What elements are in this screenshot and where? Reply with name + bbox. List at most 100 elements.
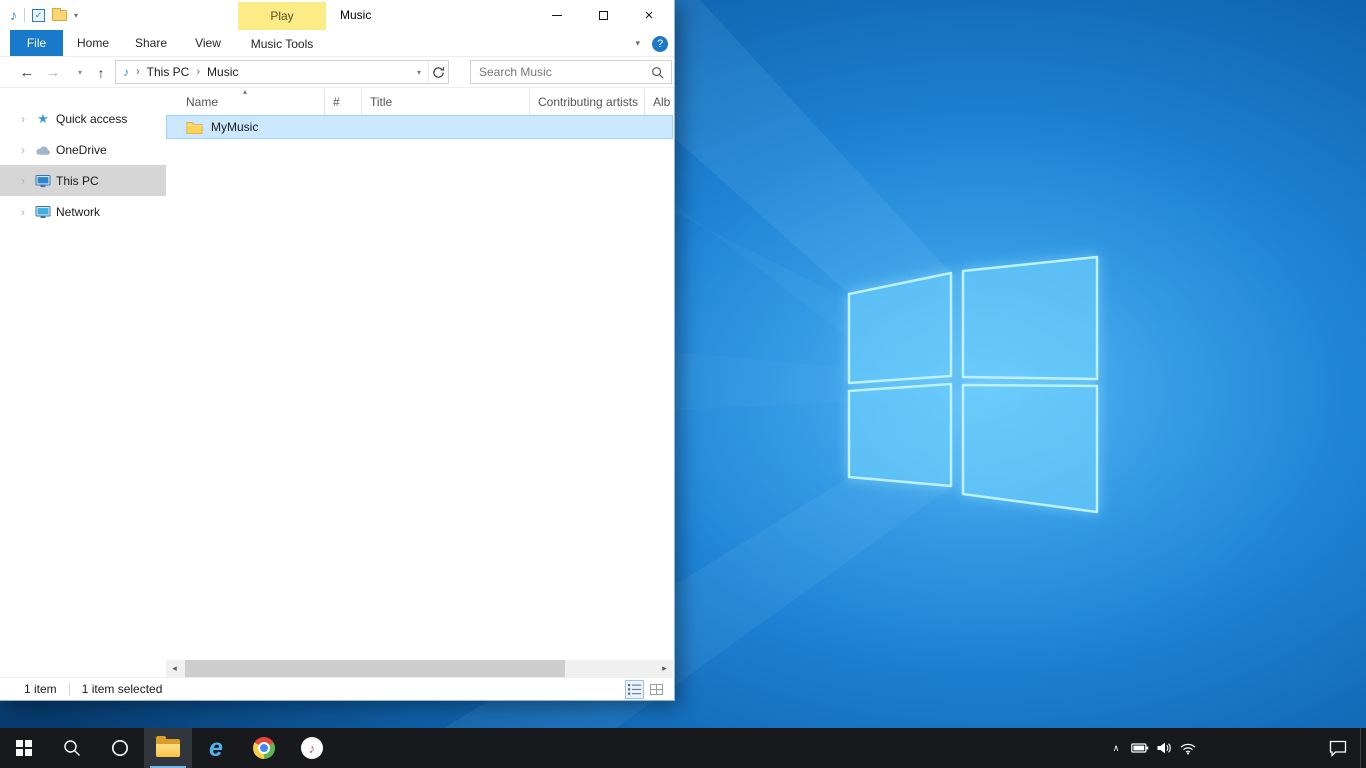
status-bar: 1 item 1 item selected — [0, 677, 673, 700]
search-icon — [62, 738, 82, 758]
expander-icon[interactable]: › — [21, 112, 25, 126]
recent-locations-caret-icon[interactable]: ▾ — [72, 57, 88, 88]
network-wifi-icon[interactable] — [1176, 728, 1200, 768]
tab-view[interactable]: View — [179, 30, 237, 56]
scroll-left-button[interactable]: ◂ — [166, 660, 183, 677]
refresh-icon — [432, 66, 445, 79]
search-input[interactable] — [471, 65, 651, 79]
details-view-icon — [628, 684, 641, 695]
column-header-contributing-artists[interactable]: Contributing artists — [530, 89, 645, 115]
window-body: › ★ Quick access › OneDrive › — [0, 89, 673, 660]
column-header-number[interactable]: # — [325, 89, 362, 115]
window-music-icon: ♪ — [10, 7, 17, 23]
item-count: 1 item — [24, 682, 57, 696]
column-label: Alb — [653, 95, 670, 109]
sidebar-item-label: This PC — [56, 174, 99, 188]
tab-music-tools[interactable]: Music Tools — [238, 30, 326, 57]
address-toolbar: ← → ▾ ↑ ♪ › This PC › Music ▾ — [0, 57, 674, 88]
sidebar-item-label: Network — [56, 205, 100, 219]
breadcrumb-music[interactable]: Music — [201, 61, 244, 83]
taskbar: e ♪ ∧ — [0, 728, 1366, 768]
windows-logo-icon — [16, 740, 32, 756]
expander-icon[interactable]: › — [21, 205, 25, 219]
details-view-button[interactable] — [625, 680, 644, 699]
chrome-icon — [253, 737, 275, 759]
minimize-button[interactable] — [534, 0, 580, 30]
search-icon[interactable] — [651, 66, 664, 79]
minimize-icon — [552, 15, 562, 16]
file-name: MyMusic — [211, 120, 258, 134]
itunes-icon: ♪ — [301, 737, 323, 759]
column-headers: ▴ Name # Title Contributing artists Alb — [166, 89, 673, 115]
sidebar-item-quick-access[interactable]: › ★ Quick access — [0, 103, 166, 134]
qat-properties-icon[interactable]: ✓ — [32, 9, 45, 22]
large-icons-view-icon — [650, 684, 663, 695]
help-button[interactable]: ? — [652, 36, 668, 52]
show-hidden-icons-button[interactable]: ∧ — [1104, 728, 1128, 768]
taskbar-search-button[interactable] — [48, 728, 96, 768]
breadcrumb-this-pc[interactable]: This PC — [141, 61, 196, 83]
back-button[interactable]: ← — [16, 57, 38, 88]
tab-file[interactable]: File — [10, 30, 63, 56]
tray-spacer — [1200, 728, 1316, 768]
column-label: # — [333, 95, 340, 109]
address-dropdown-icon[interactable]: ▾ — [410, 68, 428, 77]
maximize-icon — [599, 11, 608, 20]
quick-access-star-icon: ★ — [35, 111, 51, 127]
cortana-button[interactable] — [96, 728, 144, 768]
taskbar-music-app-button[interactable]: ♪ — [288, 728, 336, 768]
action-center-button[interactable] — [1316, 728, 1360, 768]
start-button[interactable] — [0, 728, 48, 768]
title-bar: ♪ ✓ ▾ Play Music × — [0, 0, 674, 30]
taskbar-buttons: e ♪ — [0, 728, 336, 768]
scroll-right-button[interactable]: ▸ — [656, 660, 673, 677]
view-toggle-buttons — [625, 680, 666, 699]
taskbar-internet-explorer-button[interactable]: e — [192, 728, 240, 768]
sidebar-item-network[interactable]: › Network — [0, 196, 166, 227]
expander-icon[interactable]: › — [21, 143, 25, 157]
taskbar-chrome-button[interactable] — [240, 728, 288, 768]
network-icon — [35, 204, 51, 220]
column-header-title[interactable]: Title — [362, 89, 530, 115]
show-desktop-button[interactable] — [1360, 728, 1366, 768]
sidebar-item-onedrive[interactable]: › OneDrive — [0, 134, 166, 165]
forward-button[interactable]: → — [42, 57, 64, 88]
battery-icon[interactable] — [1128, 728, 1152, 768]
expand-ribbon-icon[interactable]: ▾ — [635, 38, 640, 49]
contextual-tab-header-play[interactable]: Play — [238, 2, 326, 30]
caption-buttons: × — [534, 0, 672, 30]
horizontal-scrollbar[interactable]: ◂ ▸ — [166, 660, 673, 677]
folder-icon — [186, 120, 203, 134]
ribbon-tabs: File Home Share View Music Tools ▾ ? — [0, 30, 674, 57]
sidebar-item-this-pc[interactable]: › This PC — [0, 165, 166, 196]
action-center-icon — [1329, 740, 1347, 757]
tab-home[interactable]: Home — [63, 30, 123, 56]
refresh-button[interactable] — [428, 61, 448, 83]
sort-ascending-icon: ▴ — [243, 87, 247, 96]
expander-icon[interactable]: › — [21, 174, 25, 188]
close-icon: × — [645, 8, 654, 23]
taskbar-file-explorer-button[interactable] — [144, 728, 192, 768]
navigation-pane: › ★ Quick access › OneDrive › — [0, 89, 166, 660]
sidebar-item-label: Quick access — [56, 112, 127, 126]
file-list: ▴ Name # Title Contributing artists Alb — [166, 89, 673, 660]
tab-share[interactable]: Share — [123, 30, 179, 56]
close-button[interactable]: × — [626, 0, 672, 30]
qat-customize-caret-icon[interactable]: ▾ — [74, 11, 78, 20]
internet-explorer-icon: e — [209, 736, 223, 761]
scrollbar-thumb[interactable] — [185, 660, 565, 677]
sidebar-item-label: OneDrive — [56, 143, 107, 157]
large-icons-view-button[interactable] — [647, 680, 666, 699]
quick-access-toolbar: ♪ ✓ ▾ — [10, 0, 78, 30]
up-button[interactable]: ↑ — [90, 57, 112, 88]
ribbon-controls: ▾ ? — [635, 30, 668, 57]
search-box — [470, 60, 672, 84]
volume-icon[interactable] — [1152, 728, 1176, 768]
column-header-album[interactable]: Alb — [645, 89, 673, 115]
selection-count: 1 item selected — [82, 682, 163, 696]
column-header-name[interactable]: ▴ Name — [166, 89, 325, 115]
file-row-mymusic[interactable]: MyMusic — [166, 115, 673, 139]
address-bar[interactable]: ♪ › This PC › Music ▾ — [115, 60, 449, 84]
maximize-button[interactable] — [580, 0, 626, 30]
qat-new-folder-icon[interactable] — [52, 10, 67, 21]
